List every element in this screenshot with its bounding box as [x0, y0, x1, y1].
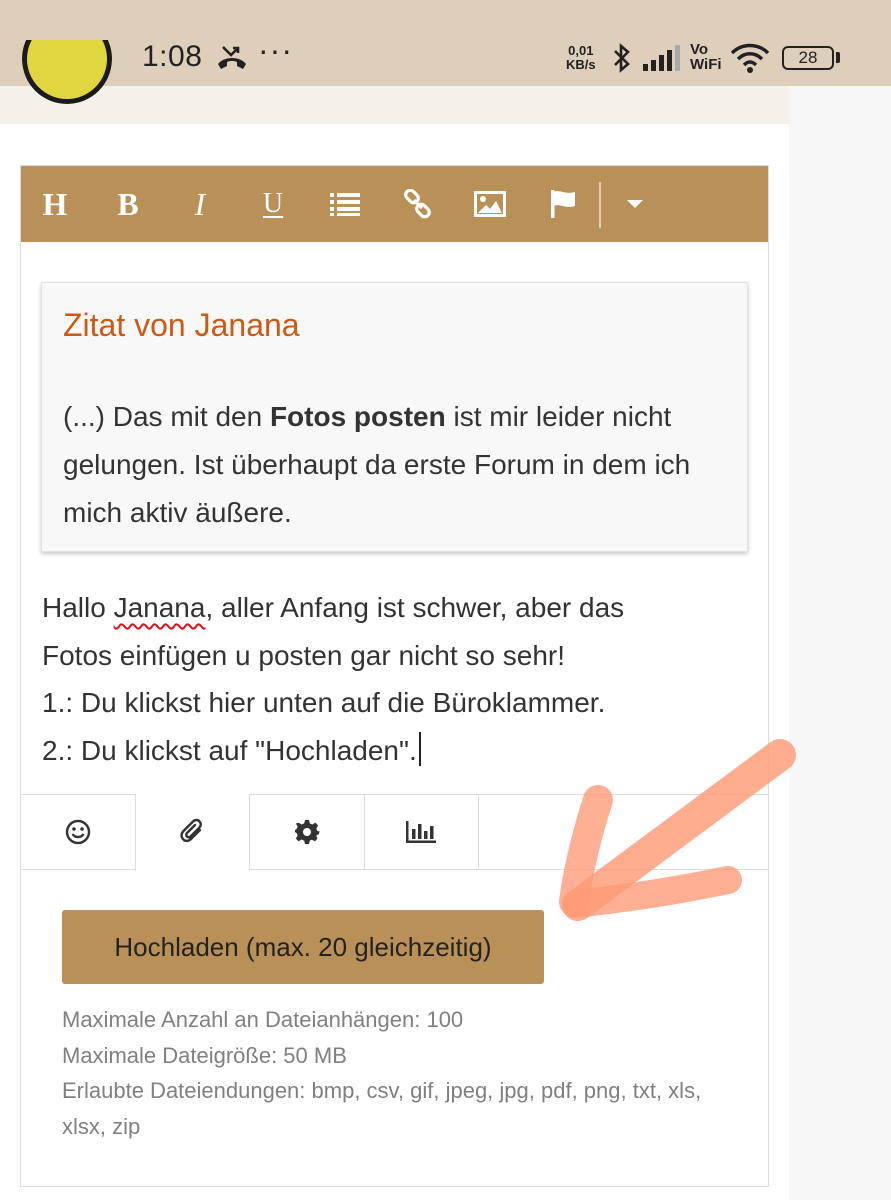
tab-attachments[interactable]	[135, 794, 250, 871]
editor-toolbar: H B I U	[21, 166, 768, 242]
link-icon	[404, 189, 431, 219]
editor-tab-bar	[21, 794, 768, 871]
message-line: 2.: Du klickst auf "Hochladen".	[42, 727, 742, 775]
message-text-area[interactable]: Hallo Janana, aller Anfang ist schwer, a…	[42, 584, 742, 774]
quote-block[interactable]: Zitat von Janana (...) Das mit den Fotos…	[41, 282, 748, 552]
flag-button[interactable]	[539, 180, 587, 228]
max-attachments-text: Maximale Anzahl an Dateianhängen: 100	[62, 1007, 464, 1032]
flag-icon	[551, 190, 575, 218]
message-line: Hallo Janana, aller Anfang ist schwer, a…	[42, 584, 742, 632]
dropdown-caret-icon	[627, 200, 643, 208]
heading-button[interactable]: H	[31, 180, 79, 228]
vowifi-indicator: Vo WiFi	[690, 42, 722, 72]
quote-text-bold: Fotos posten	[269, 401, 446, 432]
attachment-info: Maximale Anzahl an Dateianhängen: 100 Ma…	[62, 1002, 742, 1144]
message-text: 2.: Du klickst auf "Hochladen".	[42, 734, 417, 766]
message-text: Hallo	[42, 592, 114, 623]
network-speed: 0,01 KB/s	[566, 44, 596, 72]
status-time: 1:08	[142, 40, 203, 73]
poll-chart-icon	[406, 821, 436, 843]
signal-icon	[643, 45, 680, 71]
vowifi-top: Vo	[690, 41, 709, 58]
message-text: , aller Anfang ist schwer, aber das	[205, 592, 625, 623]
toolbar-separator	[599, 182, 601, 228]
misspelled-word[interactable]: Janana	[114, 592, 206, 623]
network-speed-value: 0,01	[568, 43, 594, 58]
max-filesize-text: Maximale Dateigröße: 50 MB	[62, 1042, 347, 1068]
network-speed-unit: KB/s	[566, 57, 596, 72]
tab-poll[interactable]	[364, 794, 479, 870]
image-button[interactable]	[466, 180, 514, 228]
bluetooth-icon	[614, 43, 630, 73]
bold-button[interactable]: B	[104, 180, 152, 228]
text-cursor	[418, 731, 421, 766]
image-icon	[474, 191, 506, 217]
battery-tip	[836, 52, 840, 63]
tab-settings[interactable]	[250, 794, 365, 870]
italic-button[interactable]: I	[176, 180, 224, 228]
battery-icon: 28	[782, 46, 834, 70]
more-dropdown-button[interactable]	[611, 180, 659, 228]
status-more-dots: ···	[258, 32, 293, 68]
post-editor: H B I U Zitat von Janana (...) Das mit d…	[20, 165, 769, 1187]
upload-button[interactable]: Hochladen (max. 20 gleichzeitig)	[62, 910, 544, 984]
underline-button[interactable]: U	[249, 180, 297, 228]
quote-title: Zitat von Janana	[63, 307, 300, 343]
forum-header-band	[0, 86, 789, 124]
quote-text: (...) Das mit den Fotos posten ist mir l…	[63, 393, 723, 537]
missed-call-icon	[218, 46, 246, 69]
tab-smileys[interactable]	[21, 794, 136, 870]
list-icon	[330, 193, 360, 216]
allowed-extensions-text: Erlaubte Dateiendungen: bmp, csv, gif, j…	[62, 1078, 702, 1139]
message-line: 1.: Du klickst hier unten auf die Bürokl…	[42, 687, 606, 718]
message-line: Fotos einfügen u posten gar nicht so seh…	[42, 639, 565, 671]
paperclip-icon	[179, 818, 202, 843]
list-button[interactable]	[321, 180, 369, 228]
page-side-margin	[789, 86, 891, 1200]
wifi-icon	[730, 43, 770, 73]
status-bar: 1:08 ··· 0,01 KB/s Vo WiFi 28	[0, 0, 891, 86]
quote-text-part: (...) Das mit den	[63, 401, 270, 432]
gear-icon	[295, 820, 320, 844]
vowifi-bottom: WiFi	[690, 56, 722, 73]
link-button[interactable]	[394, 180, 442, 228]
smiley-icon	[65, 819, 91, 845]
